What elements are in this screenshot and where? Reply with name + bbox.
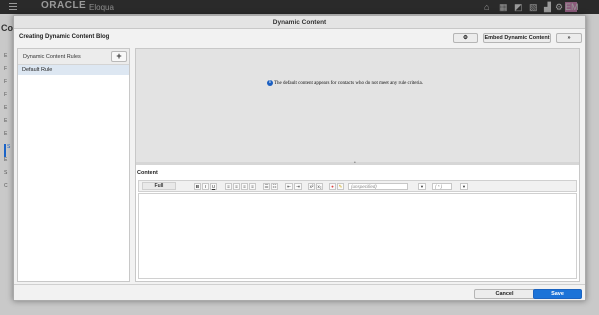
image-icon[interactable]: ▧ [529, 2, 538, 12]
embed-dynamic-content-button[interactable]: Embed Dynamic Content [483, 33, 551, 43]
align-left-icon[interactable]: ≡ [225, 183, 232, 190]
rules-panel: Dynamic Content Rules + Default Rule [17, 48, 130, 282]
highlight-color-icon[interactable]: ✎ [337, 183, 344, 190]
panel-splitter[interactable]: • [136, 161, 579, 166]
font-family-dropdown-icon[interactable]: ▼ [418, 183, 426, 190]
content-preview: i The default content appears for contact… [136, 49, 579, 162]
brand-logo: ORACLE [41, 0, 87, 11]
italic-button[interactable]: I [202, 183, 209, 190]
dynamic-content-dialog: Dynamic Content Creating Dynamic Content… [13, 15, 586, 301]
align-center-icon[interactable]: ≡ [233, 183, 240, 190]
font-family-select[interactable]: (unspecified) [348, 183, 408, 190]
dialog-subheader: Creating Dynamic Content Blog ⚙ Embed Dy… [14, 30, 585, 46]
expand-button[interactable]: » [556, 33, 582, 43]
cancel-button[interactable]: Cancel [474, 289, 535, 299]
dialog-title: Dynamic Content [14, 16, 585, 29]
indent-icon[interactable]: ⇥ [294, 183, 302, 190]
grid-icon[interactable]: ▦ [499, 2, 508, 12]
underline-button[interactable]: U [210, 183, 217, 190]
align-justify-icon[interactable]: ≡ [249, 183, 256, 190]
content-label: Content [137, 170, 158, 176]
superscript-icon[interactable]: x² [308, 183, 315, 190]
align-right-icon[interactable]: ≡ [241, 183, 248, 190]
product-name: Eloqua [89, 3, 114, 12]
outdent-icon[interactable]: ⇤ [285, 183, 293, 190]
info-icon: i [267, 80, 273, 86]
top-icons: ⌂ ▦ ◩ ▧ ▟ ⚙ ⌕ EM [484, 2, 599, 14]
default-content-note: i The default content appears for contact… [267, 80, 423, 86]
home-icon[interactable]: ⌂ [484, 2, 489, 12]
rule-item-default[interactable]: Default Rule [18, 65, 129, 75]
add-rule-button[interactable]: + [111, 51, 127, 62]
bar-chart-icon[interactable]: ▟ [544, 2, 551, 12]
dialog-footer: Cancel Save [14, 284, 585, 300]
user-avatar[interactable]: EM [565, 2, 579, 12]
save-button[interactable]: Save [533, 289, 582, 299]
splitter-handle-icon[interactable]: • [354, 161, 356, 166]
background-page-title: Co [1, 23, 13, 33]
app-top-bar: ORACLE Eloqua ⌂ ▦ ◩ ▧ ▟ ⚙ ⌕ EM [0, 0, 599, 14]
content-area: i The default content appears for contact… [135, 48, 580, 282]
default-content-text: The default content appears for contacts… [274, 81, 423, 87]
font-size-dropdown-icon[interactable]: ▼ [460, 183, 468, 190]
rules-panel-header: Dynamic Content Rules + [18, 49, 129, 65]
bold-button[interactable]: B [194, 183, 201, 190]
gear-icon[interactable]: ⚙ [555, 2, 563, 12]
font-size-select[interactable]: ( * ) [432, 183, 452, 190]
dynamic-content-name[interactable]: Creating Dynamic Content Blog [19, 34, 109, 40]
text-color-icon[interactable]: ● [329, 183, 336, 190]
chart-icon[interactable]: ◩ [514, 2, 523, 12]
editor-toolbar: Full B I U ≡ ≡ ≡ ≡ ☰ ☷ ⇤ ⇥ x² x₂ ● ✎ (un… [138, 180, 577, 192]
subscript-icon[interactable]: x₂ [316, 183, 323, 190]
content-editor[interactable] [138, 193, 577, 279]
rules-panel-title: Dynamic Content Rules [23, 54, 81, 60]
hamburger-menu-icon[interactable] [9, 3, 17, 10]
settings-button[interactable]: ⚙ [453, 33, 478, 43]
ordered-list-icon[interactable]: ☰ [263, 183, 270, 190]
full-mode-button[interactable]: Full [142, 182, 176, 190]
unordered-list-icon[interactable]: ☷ [271, 183, 278, 190]
